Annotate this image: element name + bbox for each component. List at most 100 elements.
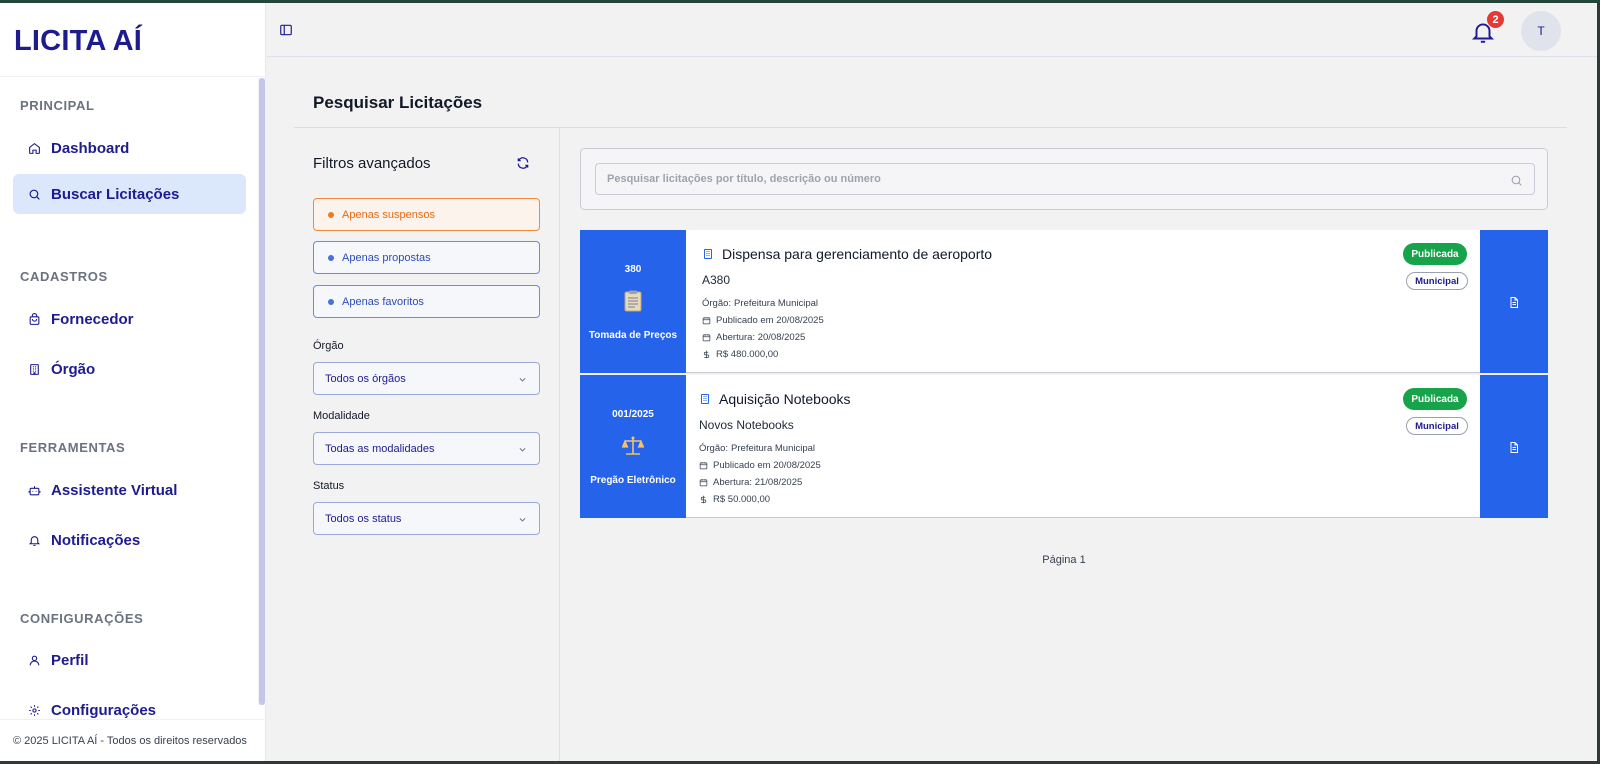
- chevron-down-icon: [519, 378, 526, 382]
- document-icon: [1510, 297, 1518, 308]
- chevron-down-icon: [519, 448, 526, 452]
- result-document-button[interactable]: [1480, 230, 1548, 373]
- sidebar-item-label: Dashboard: [51, 139, 130, 157]
- calendar-icon: [699, 479, 708, 487]
- sidebar-item-orgao[interactable]: Órgão: [13, 349, 246, 389]
- result-orgao: Órgão: Prefeitura Municipal: [702, 298, 818, 309]
- sidebar-item-fornecedor[interactable]: Fornecedor: [13, 299, 246, 339]
- result-modality: Pregão Eletrônico: [590, 475, 676, 486]
- result-value: R$ 50.000,00: [699, 494, 770, 505]
- sidebar-item-perfil[interactable]: Perfil: [13, 640, 246, 680]
- filter-toggle-suspensos[interactable]: Apenas suspensos: [313, 198, 540, 231]
- sidebar-item-buscar-licitacoes[interactable]: Buscar Licitações: [13, 174, 246, 214]
- result-card[interactable]: 380 Tomada de Preços Dispensa para geren…: [580, 230, 1548, 373]
- result-orgao-value: Prefeitura Municipal: [734, 298, 819, 309]
- dollar-icon: [703, 350, 710, 359]
- sphere-badge: Municipal: [1406, 272, 1468, 290]
- user-icon: [27, 653, 41, 667]
- result-card[interactable]: 001/2025 Pregão Eletrônico Aquisição Not…: [580, 375, 1548, 518]
- result-orgao: Órgão: Prefeitura Municipal: [699, 443, 815, 454]
- result-modality: Tomada de Preços: [588, 330, 678, 341]
- search-icon: [27, 187, 41, 201]
- sidebar: LICITA AÍ PRINCIPAL Dashboard Buscar Lic…: [0, 3, 266, 764]
- filter-toggle-propostas[interactable]: Apenas propostas: [313, 241, 540, 274]
- status-dot: [328, 254, 334, 261]
- building-icon: [701, 394, 709, 404]
- sidebar-footer-divider: [0, 719, 266, 720]
- result-card-modality-panel: 001/2025 Pregão Eletrônico: [580, 375, 686, 518]
- result-document-button[interactable]: [1480, 375, 1548, 518]
- sidebar-item-label: Configurações: [51, 701, 157, 719]
- top-header: 2 T: [267, 3, 1597, 57]
- sidebar-item-label: Assistente Virtual: [51, 481, 178, 499]
- sidebar-item-assistente-virtual[interactable]: Assistente Virtual: [13, 470, 246, 510]
- pagination-label: Página 1: [1042, 554, 1086, 566]
- status-select-value: Todos os status: [325, 512, 402, 525]
- sidebar-item-label: Notificações: [51, 531, 141, 549]
- bell-icon: [27, 533, 41, 547]
- result-published: Publicado em 20/08/2025: [702, 315, 824, 326]
- filter-toggle-favoritos[interactable]: Apenas favoritos: [313, 285, 540, 318]
- sidebar-item-notificacoes[interactable]: Notificações: [13, 520, 246, 560]
- building-icon: [27, 362, 41, 376]
- dollar-icon: [700, 495, 707, 504]
- result-opening: Abertura: 21/08/2025: [699, 477, 802, 488]
- result-title-row[interactable]: Dispensa para gerenciamento de aeroporto: [702, 246, 992, 262]
- status-label: Status: [313, 480, 345, 492]
- sidebar-item-label: Órgão: [51, 360, 96, 378]
- status-badge: Publicada: [1403, 388, 1467, 410]
- modalidade-label: Modalidade: [313, 410, 370, 422]
- result-opening-text: Abertura: 20/08/2025: [716, 332, 806, 343]
- result-number: 001/2025: [612, 409, 654, 420]
- result-title: Dispensa para gerenciamento de aeroporto: [722, 246, 993, 262]
- status-select[interactable]: Todos os status: [313, 502, 540, 535]
- section-label-configuracoes: CONFIGURAÇÕES: [20, 611, 144, 626]
- result-value: R$ 480.000,00: [702, 349, 778, 360]
- notification-count-badge: 2: [1487, 11, 1504, 28]
- result-card-modality-panel: 380 Tomada de Preços: [580, 230, 686, 373]
- filter-toggle-label: Apenas favoritos: [342, 295, 424, 308]
- app-logo[interactable]: LICITA AÍ: [14, 25, 142, 58]
- orgao-select[interactable]: Todos os órgãos: [313, 362, 540, 395]
- result-title-row[interactable]: Aquisição Notebooks: [699, 391, 851, 407]
- result-value-text: R$ 50.000,00: [713, 494, 771, 505]
- result-published-text: Publicado em 20/08/2025: [716, 315, 824, 326]
- title-divider: [294, 127, 1567, 128]
- sidebar-item-label: Fornecedor: [51, 310, 134, 328]
- sidebar-item-dashboard[interactable]: Dashboard: [13, 128, 246, 168]
- gear-icon: [27, 703, 41, 717]
- calendar-icon: [702, 317, 711, 325]
- refresh-icon[interactable]: [516, 156, 530, 170]
- document-icon: [1510, 442, 1518, 453]
- clipboard-icon: [624, 290, 642, 312]
- sidebar-item-label: Perfil: [51, 651, 89, 669]
- sidebar-toggle-icon[interactable]: [279, 23, 293, 37]
- search-icon[interactable]: [1510, 174, 1523, 187]
- sidebar-scrollbar-thumb[interactable]: [259, 78, 265, 705]
- page-title: Pesquisar Licitações: [313, 93, 483, 112]
- sidebar-item-configuracoes[interactable]: Configurações: [13, 690, 246, 730]
- filter-toggle-label: Apenas propostas: [342, 251, 431, 264]
- modalidade-select-value: Todas as modalidades: [325, 442, 435, 455]
- building-icon: [704, 249, 712, 259]
- shopping-bag-icon: [27, 312, 41, 326]
- section-label-cadastros: CADASTROS: [20, 269, 108, 284]
- status-dot: [328, 298, 334, 305]
- filters-divider: [559, 128, 560, 764]
- result-published-text: Publicado em 20/08/2025: [713, 460, 821, 471]
- user-avatar[interactable]: T: [1521, 11, 1561, 51]
- filters-title: Filtros avançados: [313, 155, 431, 172]
- result-value-text: R$ 480.000,00: [716, 349, 779, 360]
- section-label-principal: PRINCIPAL: [20, 98, 95, 113]
- sidebar-item-label: Buscar Licitações: [51, 185, 180, 203]
- bot-icon: [27, 483, 41, 497]
- calendar-icon: [702, 334, 711, 342]
- search-input[interactable]: Pesquisar licitações por título, descriç…: [595, 163, 1535, 195]
- scales-icon: [622, 436, 644, 455]
- result-subtitle: A380: [702, 273, 731, 287]
- result-orgao-value: Prefeitura Municipal: [731, 443, 816, 454]
- modalidade-select[interactable]: Todas as modalidades: [313, 432, 540, 465]
- chevron-down-icon: [519, 518, 526, 522]
- search-placeholder: Pesquisar licitações por título, descriç…: [607, 173, 881, 185]
- result-number: 380: [624, 264, 642, 275]
